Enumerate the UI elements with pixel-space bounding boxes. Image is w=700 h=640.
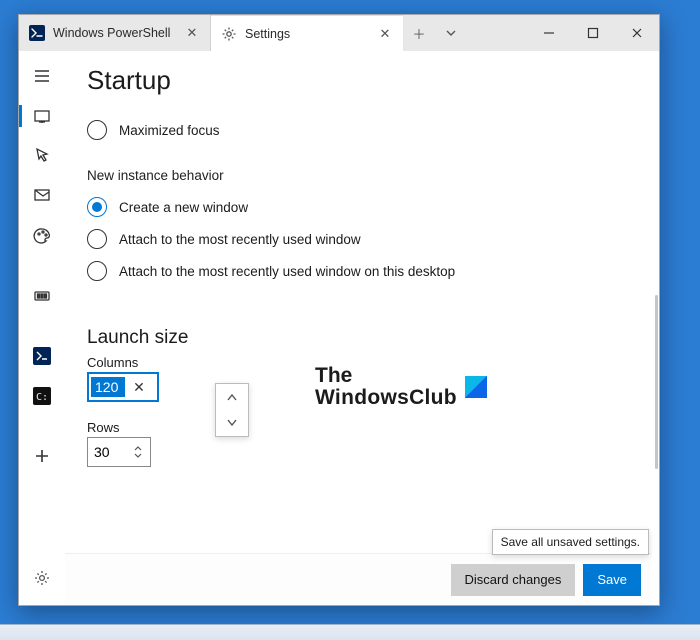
maximize-button[interactable]: [571, 15, 615, 51]
launch-size-heading: Launch size: [87, 327, 631, 349]
option-label: Attach to the most recently used window …: [119, 264, 455, 279]
window-controls: [527, 15, 659, 51]
svg-text:C:: C:: [36, 392, 48, 403]
spinner-popup: [215, 383, 249, 437]
menu-button[interactable]: [19, 57, 65, 95]
spin-up-button[interactable]: [216, 384, 248, 410]
taskbar: [0, 624, 700, 640]
logo-line1: The: [315, 365, 457, 387]
app-window: Windows PowerShell ✕ Settings ✕ ＋: [18, 14, 660, 606]
tab-dropdown-button[interactable]: [435, 15, 467, 51]
close-icon[interactable]: ✕: [184, 25, 200, 41]
clear-icon[interactable]: ✕: [127, 374, 151, 400]
sidebar-profile-cmd[interactable]: C:: [19, 377, 65, 415]
sidebar-item-color[interactable]: [19, 217, 65, 255]
close-button[interactable]: [615, 15, 659, 51]
rows-input-box[interactable]: [87, 437, 151, 467]
spin-icon[interactable]: [126, 438, 150, 466]
section-label: New instance behavior: [87, 168, 631, 183]
sidebar-item-startup[interactable]: [19, 97, 65, 135]
powershell-icon: [29, 25, 45, 41]
footer-bar: Discard changes Save: [65, 553, 651, 605]
radio-icon: [87, 120, 107, 140]
sidebar-item-interaction[interactable]: [19, 137, 65, 175]
instance-option-mru-desktop[interactable]: Attach to the most recently used window …: [87, 255, 631, 287]
rows-input[interactable]: [88, 444, 126, 460]
sidebar-item-appearance[interactable]: [19, 177, 65, 215]
tab-label: Windows PowerShell: [53, 26, 170, 40]
scrollbar-thumb[interactable]: [655, 295, 658, 469]
rows-label: Rows: [87, 420, 631, 435]
sidebar-item-rendering[interactable]: [19, 277, 65, 315]
columns-input[interactable]: [91, 377, 125, 397]
discard-button[interactable]: Discard changes: [451, 564, 576, 596]
tab-settings[interactable]: Settings ✕: [211, 15, 403, 51]
sidebar-profile-powershell[interactable]: [19, 337, 65, 375]
logo-square-icon: [465, 376, 487, 398]
instance-option-new-window[interactable]: Create a new window: [87, 191, 631, 223]
watermark-logo: The WindowsClub: [315, 365, 487, 409]
close-icon[interactable]: ✕: [377, 26, 393, 42]
logo-line2: WindowsClub: [315, 387, 457, 409]
gear-icon: [221, 26, 237, 42]
launch-mode-option[interactable]: Maximized focus: [87, 114, 631, 146]
tab-label: Settings: [245, 27, 290, 41]
page-title: Startup: [87, 65, 631, 96]
settings-content: Startup Maximized focus New instance beh…: [65, 51, 659, 605]
spin-down-button[interactable]: [216, 410, 248, 436]
tab-actions: ＋: [403, 15, 467, 51]
new-tab-button[interactable]: ＋: [403, 15, 435, 51]
radio-icon: [87, 229, 107, 249]
option-label: Create a new window: [119, 200, 248, 215]
option-label: Maximized focus: [119, 123, 220, 138]
tab-powershell[interactable]: Windows PowerShell ✕: [19, 15, 211, 51]
sidebar-add-profile[interactable]: [19, 437, 65, 475]
instance-option-mru-window[interactable]: Attach to the most recently used window: [87, 223, 631, 255]
save-tooltip: Save all unsaved settings.: [492, 529, 649, 555]
radio-icon: [87, 197, 107, 217]
minimize-button[interactable]: [527, 15, 571, 51]
sidebar: C:: [19, 51, 65, 605]
titlebar: Windows PowerShell ✕ Settings ✕ ＋: [19, 15, 659, 51]
save-button[interactable]: Save: [583, 564, 641, 596]
radio-icon: [87, 261, 107, 281]
option-label: Attach to the most recently used window: [119, 232, 361, 247]
sidebar-settings-gear[interactable]: [19, 559, 65, 597]
columns-input-box[interactable]: ✕: [87, 372, 159, 402]
